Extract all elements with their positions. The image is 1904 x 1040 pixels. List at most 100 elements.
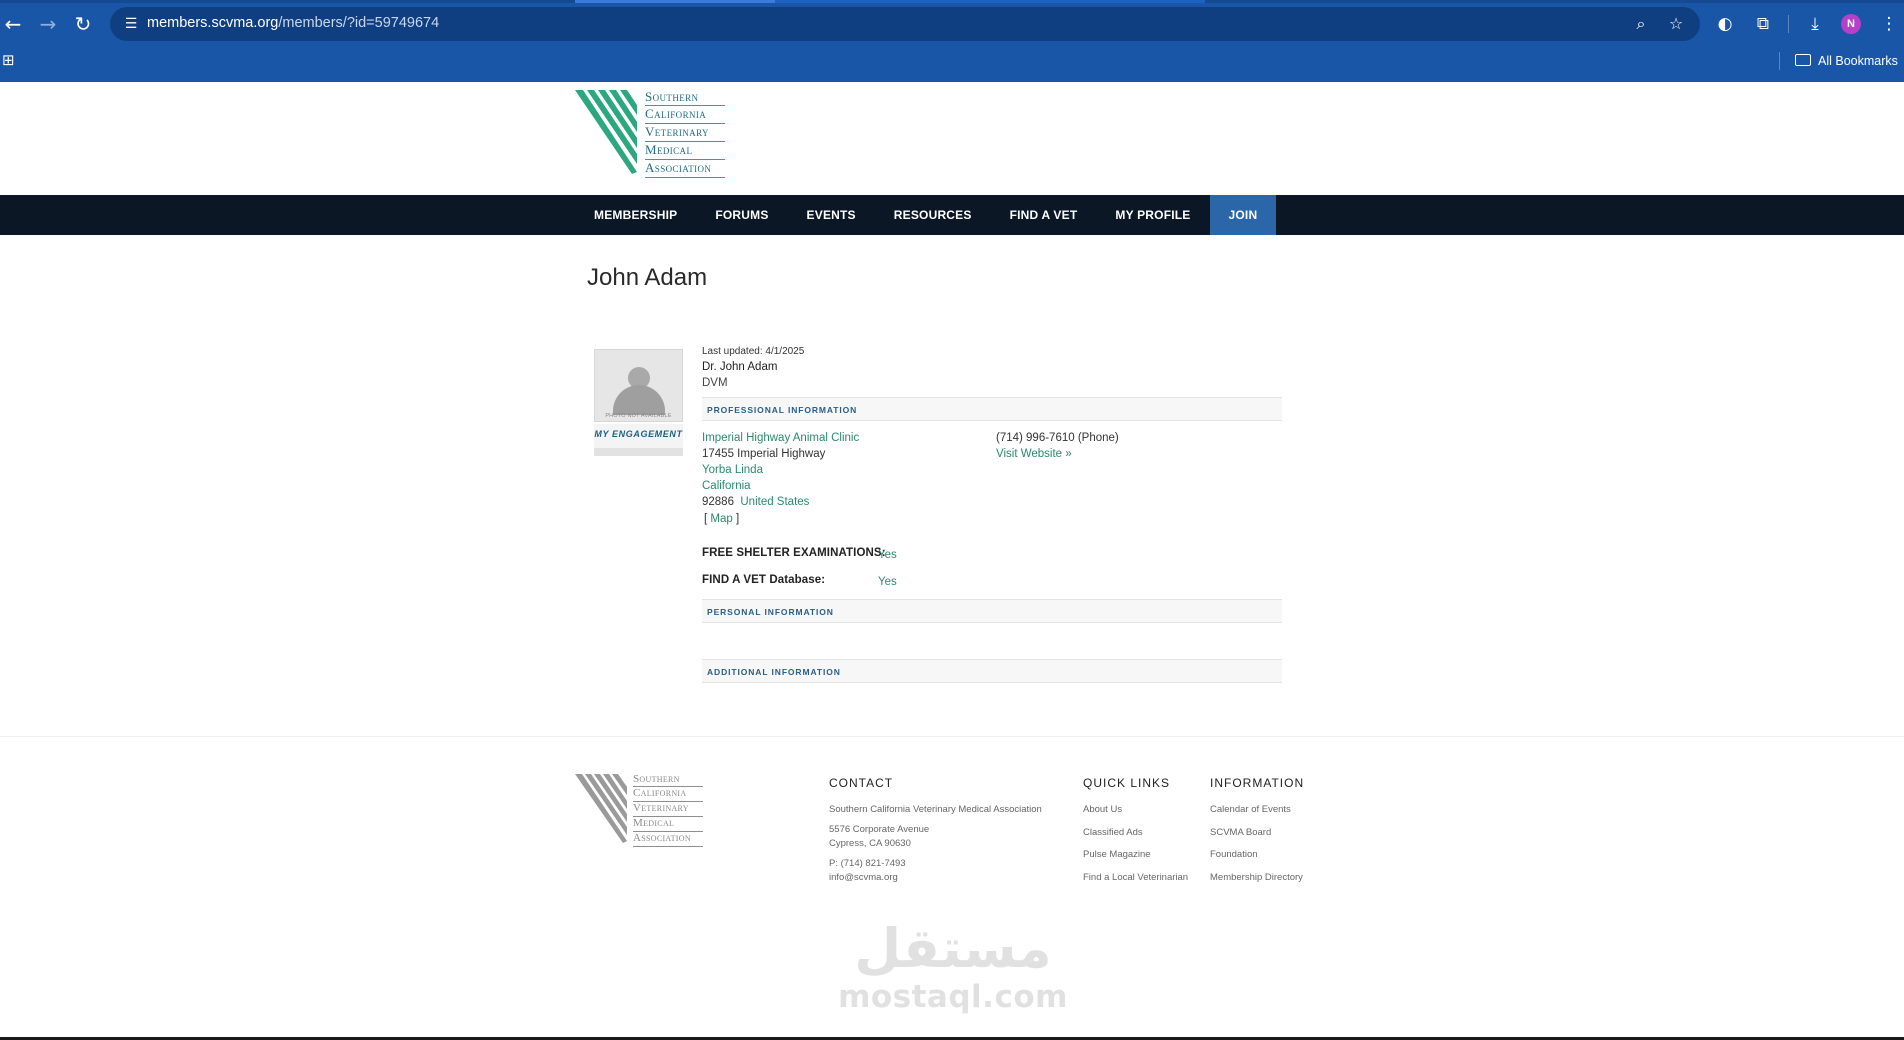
download-icon[interactable]: ⤓: [1802, 11, 1828, 37]
site-logo[interactable]: Southern California Veterinary Medical A…: [575, 90, 725, 178]
footer-link-pulse-magazine[interactable]: Pulse Magazine: [1083, 849, 1188, 872]
nav-membership[interactable]: MEMBERSHIP: [575, 195, 696, 235]
footer-email-link[interactable]: info@scvma.org: [829, 872, 1042, 883]
footer-phone: P: (714) 821-7493: [829, 858, 906, 869]
extension-icon[interactable]: ◐: [1712, 11, 1738, 37]
profile-avatar[interactable]: N: [1841, 14, 1861, 34]
url-domain: members.scvma.org: [147, 15, 279, 31]
forward-arrow-icon[interactable]: →: [35, 11, 61, 37]
footer-divider: [0, 736, 1904, 737]
puzzle-icon[interactable]: ⧉: [1750, 11, 1776, 37]
address-bar[interactable]: ☰ members.scvma.org/members/?id=59749674…: [110, 7, 1700, 41]
my-engagement-link[interactable]: MY ENGAGEMENT: [594, 424, 683, 456]
last-updated: Last updated: 4/1/2025: [702, 346, 805, 357]
star-icon[interactable]: ☆: [1665, 13, 1687, 35]
url-text[interactable]: members.scvma.org/members/?id=59749674: [147, 15, 439, 31]
nav-forums[interactable]: FORUMS: [696, 195, 787, 235]
watermark-arabic: مستقل: [854, 917, 1052, 980]
footer-logo-wordmark: Southern California Veterinary Medical A…: [633, 774, 703, 847]
nav-resources[interactable]: RESOURCES: [875, 195, 991, 235]
nav-join[interactable]: JOIN: [1209, 195, 1277, 235]
footer-link-foundation[interactable]: Foundation: [1210, 849, 1304, 872]
logo-word: Medical: [645, 142, 725, 160]
country-link[interactable]: United States: [740, 496, 809, 508]
shelter-exam-value: Yes: [878, 549, 897, 561]
main-navigation: MEMBERSHIP FORUMS EVENTS RESOURCES FIND …: [0, 195, 1904, 235]
map-link[interactable]: Map: [710, 513, 732, 525]
member-photo: PHOTO NOT AVAILABLE: [594, 349, 683, 422]
avatar-body-icon: [613, 385, 665, 415]
member-display-name: Dr. John Adam: [702, 361, 778, 373]
logo-word: Association: [645, 160, 725, 178]
footer-org-name: Southern California Veterinary Medical A…: [829, 804, 1042, 815]
my-engagement-label: MY ENGAGEMENT: [594, 429, 683, 439]
nav-find-a-vet[interactable]: FIND A VET: [991, 195, 1097, 235]
section-title: PERSONAL INFORMATION: [707, 607, 834, 617]
footer-contact: CONTACT Southern California Veterinary M…: [829, 776, 1042, 883]
footer-link-board[interactable]: SCVMA Board: [1210, 827, 1304, 850]
footer-link-classified-ads[interactable]: Classified Ads: [1083, 827, 1188, 850]
zip-country-row: 92886 United States: [702, 496, 809, 508]
reload-icon[interactable]: ↻: [70, 11, 96, 37]
watermark-latin: mostaql.com: [838, 979, 1068, 1015]
section-title: PROFESSIONAL INFORMATION: [707, 405, 858, 415]
footer-link-find-local-vet[interactable]: Find a Local Veterinarian: [1083, 872, 1188, 895]
browser-chrome: ← → ↻ ☰ members.scvma.org/members/?id=59…: [0, 0, 1904, 82]
bookmarks-separator: [1779, 52, 1780, 70]
clinic-name-link[interactable]: Imperial Highway Animal Clinic: [702, 432, 859, 444]
footer-contact-heading: CONTACT: [829, 776, 894, 790]
logo-word: Veterinary: [645, 124, 725, 142]
section-title: ADDITIONAL INFORMATION: [707, 667, 841, 677]
toolbar-separator: [1788, 15, 1789, 33]
kebab-menu-icon[interactable]: ⋮: [1876, 11, 1902, 37]
logo-stripes-icon: [575, 90, 637, 174]
back-arrow-icon[interactable]: ←: [0, 11, 26, 37]
footer-address-line2: Cypress, CA 90630: [829, 838, 911, 849]
footer-quick-links: QUICK LINKS About Us Classified Ads Puls…: [1083, 776, 1188, 894]
logo-word: Association: [633, 832, 703, 847]
footer-quick-links-heading: QUICK LINKS: [1083, 776, 1171, 790]
nav-events[interactable]: EVENTS: [788, 195, 875, 235]
footer-link-membership-directory[interactable]: Membership Directory: [1210, 872, 1304, 895]
footer-link-about-us[interactable]: About Us: [1083, 804, 1188, 827]
section-personal-information: PERSONAL INFORMATION: [702, 599, 1282, 623]
map-link-row: [ Map ]: [704, 513, 739, 525]
tab-strip: [0, 0, 1904, 3]
footer-information: INFORMATION Calendar of Events SCVMA Boa…: [1210, 776, 1304, 894]
logo-word: California: [645, 106, 725, 124]
nav-my-profile[interactable]: MY PROFILE: [1096, 195, 1209, 235]
page-title: John Adam: [587, 264, 708, 291]
footer-logo-stripes-icon: [575, 774, 627, 843]
member-degree: DVM: [702, 377, 728, 389]
folder-icon: [1795, 54, 1811, 66]
find-a-vet-db-label: FIND A VET Database:: [702, 574, 826, 586]
street-address: 17455 Imperial Highway: [702, 448, 826, 460]
footer-logo[interactable]: Southern California Veterinary Medical A…: [575, 774, 705, 847]
shelter-exam-label: FREE SHELTER EXAMINATIONS:: [702, 547, 886, 559]
footer-link-calendar[interactable]: Calendar of Events: [1210, 804, 1304, 827]
city-link[interactable]: Yorba Linda: [702, 464, 763, 476]
zoom-icon[interactable]: ⌕: [1630, 13, 1652, 35]
site-info-icon[interactable]: ☰: [120, 13, 142, 35]
section-professional-information: PROFESSIONAL INFORMATION: [702, 397, 1282, 421]
state-link[interactable]: California: [702, 480, 751, 492]
logo-wordmark: Southern California Veterinary Medical A…: [645, 90, 725, 178]
logo-word: Southern: [633, 774, 703, 787]
clinic-phone: (714) 996-7610 (Phone): [996, 432, 1119, 444]
map-bracket-open: [: [704, 513, 708, 525]
find-a-vet-db-value: Yes: [878, 576, 897, 588]
zip-code: 92886: [702, 496, 734, 508]
logo-word: Veterinary: [633, 802, 703, 817]
all-bookmarks-button[interactable]: All Bookmarks: [1795, 51, 1898, 71]
map-bracket-close: ]: [735, 513, 740, 525]
footer-information-heading: INFORMATION: [1210, 776, 1305, 790]
section-additional-information: ADDITIONAL INFORMATION: [702, 659, 1282, 683]
logo-word: Southern: [645, 90, 725, 106]
photo-not-available-text: PHOTO NOT AVAILABLE: [605, 413, 672, 419]
all-bookmarks-label: All Bookmarks: [1818, 54, 1898, 68]
logo-word: California: [633, 787, 703, 802]
logo-word: Medical: [633, 817, 703, 832]
visit-website-link[interactable]: Visit Website »: [996, 448, 1072, 460]
url-path: /members/?id=59749674: [278, 15, 440, 31]
apps-grid-icon[interactable]: ⊞: [2, 52, 18, 68]
